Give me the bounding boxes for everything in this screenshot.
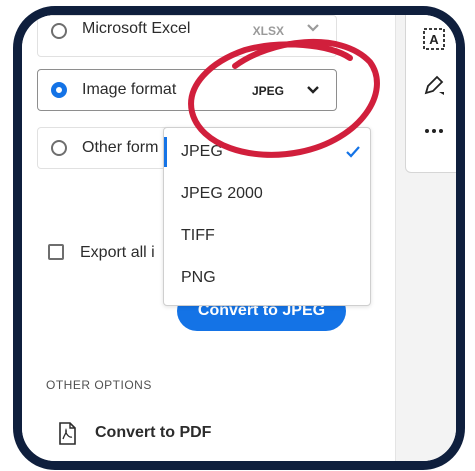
dropdown-item-jpeg-2000[interactable]: JPEG 2000: [164, 173, 370, 215]
radio-image-format[interactable]: [51, 82, 67, 98]
chevron-down-icon: [307, 24, 319, 32]
option-microsoft-excel[interactable]: Microsoft Excel XLSX: [37, 15, 337, 57]
svg-text:A: A: [429, 32, 439, 47]
option-label-microsoft-excel: Microsoft Excel: [82, 20, 191, 37]
dropdown-item-tiff[interactable]: TIFF: [164, 215, 370, 257]
dropdown-item-png[interactable]: PNG: [164, 257, 370, 299]
pen-sign-icon[interactable]: [420, 72, 448, 98]
convert-to-pdf-label: Convert to PDF: [95, 424, 212, 441]
radio-other-format[interactable]: [51, 140, 67, 156]
image-format-value[interactable]: JPEG: [252, 84, 284, 98]
dropdown-item-jpeg[interactable]: JPEG: [164, 131, 370, 173]
text-box-icon[interactable]: A: [420, 26, 448, 52]
convert-panel: Microsoft Excel XLSX Image format JPEG O…: [22, 15, 395, 461]
radio-microsoft-excel[interactable]: [51, 23, 67, 39]
excel-format-value: XLSX: [252, 24, 284, 38]
option-image-format[interactable]: Image format JPEG: [37, 69, 337, 111]
option-label-image-format: Image format: [82, 81, 177, 98]
chevron-down-icon[interactable]: [306, 85, 320, 95]
convert-to-pdf-item[interactable]: Convert to PDF: [57, 420, 257, 448]
pdf-file-icon: [59, 422, 76, 445]
other-options-heading: OTHER OPTIONS: [46, 378, 152, 392]
right-tool-rail: A: [395, 15, 456, 461]
option-label-other-format: Other form: [82, 139, 159, 156]
more-icon[interactable]: [420, 118, 448, 144]
app-frame: Microsoft Excel XLSX Image format JPEG O…: [13, 6, 465, 470]
export-all-checkbox[interactable]: [48, 244, 64, 260]
tool-card: A: [405, 15, 456, 173]
checkmark-icon: [346, 146, 360, 158]
dropdown-item-label: JPEG 2000: [181, 185, 263, 202]
dropdown-item-label: TIFF: [181, 227, 215, 244]
export-all-label: Export all i: [80, 244, 155, 261]
dropdown-item-label: PNG: [181, 269, 216, 286]
format-dropdown-menu: JPEG JPEG 2000 TIFF PNG: [163, 127, 371, 306]
dropdown-item-label: JPEG: [181, 143, 223, 160]
